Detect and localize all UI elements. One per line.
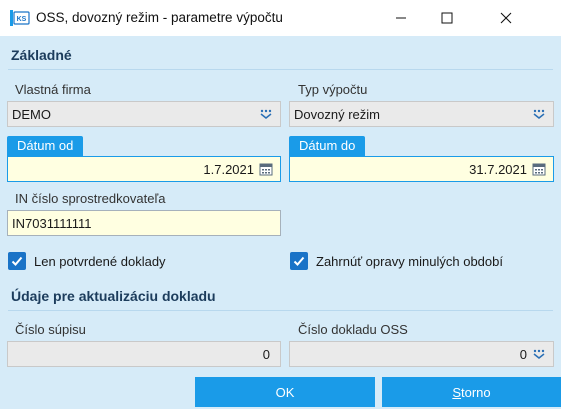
dropdown-icon[interactable] — [531, 107, 547, 121]
app-icon[interactable]: KS — [10, 9, 30, 27]
company-value: DEMO — [12, 106, 51, 122]
oss-doc-number-select[interactable]: 0 — [289, 341, 554, 367]
calc-type-label: Typ výpočtu — [298, 82, 368, 97]
date-to-input[interactable]: 31.7.2021 — [289, 156, 554, 182]
checkbox-checked-icon[interactable] — [290, 252, 308, 270]
minimize-icon — [396, 17, 406, 19]
intermediary-in-input[interactable]: IN7031111111 — [7, 210, 281, 236]
only-confirmed-checkbox[interactable]: Len potvrdené doklady — [8, 252, 166, 270]
date-from-value: 1.7.2021 — [203, 161, 254, 177]
intermediary-in-label: IN číslo sprostredkovateľa — [15, 191, 166, 206]
title-bar: KS OSS, dovozný režim - parametre výpočt… — [0, 0, 561, 36]
date-from-label: Dátum od — [7, 136, 84, 156]
section-divider — [8, 69, 553, 70]
calendar-icon[interactable] — [531, 162, 547, 176]
checkbox-checked-icon[interactable] — [8, 252, 26, 270]
date-from-input[interactable]: 1.7.2021 — [7, 156, 281, 182]
date-to-value: 31.7.2021 — [469, 161, 527, 177]
date-to-label: Dátum do — [289, 136, 366, 156]
ok-button[interactable]: OK — [195, 377, 375, 407]
maximize-icon — [441, 12, 453, 24]
minimize-button[interactable] — [378, 0, 424, 36]
list-number-field: 0 — [7, 341, 281, 367]
svg-text:KS: KS — [17, 16, 27, 23]
list-number-label: Číslo súpisu — [15, 322, 86, 337]
close-icon — [500, 12, 512, 24]
calc-type-value: Dovozný režim — [294, 106, 380, 122]
oss-doc-number-value: 0 — [519, 346, 527, 362]
intermediary-in-value: IN7031111111 — [12, 215, 92, 231]
close-button[interactable] — [470, 0, 542, 36]
cancel-accelerator: S — [452, 384, 462, 400]
include-corrections-checkbox[interactable]: Zahrnúť opravy minulých období — [290, 252, 503, 270]
maximize-button[interactable] — [424, 0, 470, 36]
list-number-value: 0 — [262, 346, 270, 362]
cancel-button[interactable]: Storno — [382, 377, 561, 407]
dropdown-icon[interactable] — [258, 107, 274, 121]
calendar-icon[interactable] — [258, 162, 274, 176]
company-label: Vlastná firma — [15, 82, 91, 97]
only-confirmed-label: Len potvrdené doklady — [34, 253, 166, 269]
section-divider — [8, 310, 553, 311]
calc-type-select[interactable]: Dovozný režim — [289, 101, 554, 127]
cancel-label-rest: torno — [461, 384, 491, 400]
dropdown-icon[interactable] — [531, 347, 547, 361]
section-title-basic: Základné — [11, 47, 72, 63]
window-title: OSS, dovozný režim - parametre výpočtu — [36, 10, 283, 25]
section-title-update: Údaje pre aktualizáciu dokladu — [11, 288, 216, 304]
oss-doc-number-label: Číslo dokladu OSS — [298, 322, 408, 337]
include-corrections-label: Zahrnúť opravy minulých období — [316, 253, 503, 269]
company-select[interactable]: DEMO — [7, 101, 281, 127]
